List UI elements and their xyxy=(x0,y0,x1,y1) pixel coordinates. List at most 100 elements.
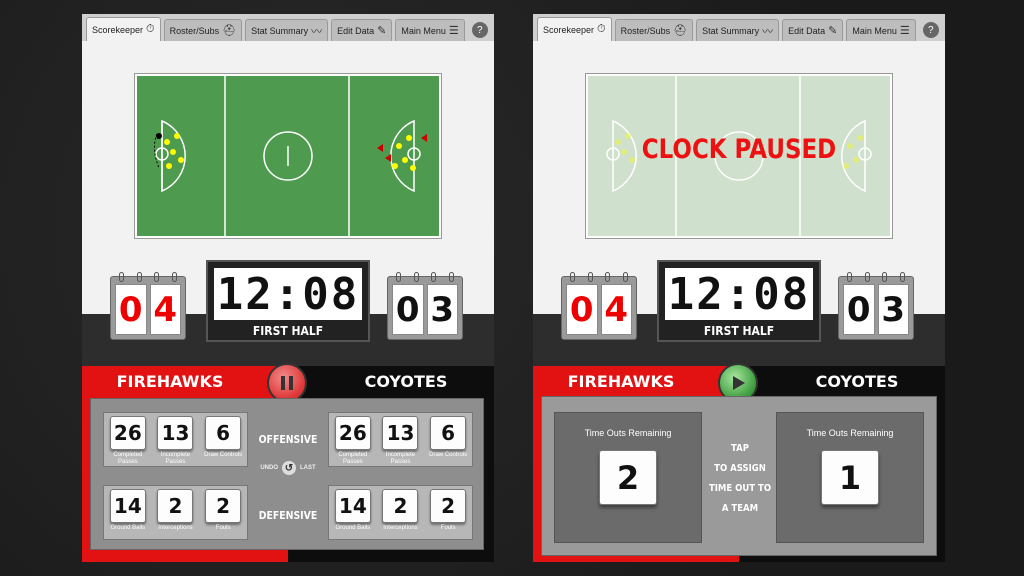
tab-roster-subs[interactable]: Roster/Subs ⛑ xyxy=(614,19,694,41)
clock-time: 12:08 xyxy=(665,268,813,320)
stat-label: Fouls xyxy=(215,525,231,531)
home-score-digit: 0 xyxy=(566,284,598,335)
tab-label: Main Menu xyxy=(401,25,446,36)
stat-fouls[interactable]: 2 Fouls xyxy=(200,489,246,532)
tab-scorekeeper[interactable]: Scorekeeper ⏱ xyxy=(86,17,161,41)
stat-ground-balls[interactable]: 14 Ground Balls xyxy=(330,489,376,532)
stat-value: 14 xyxy=(334,489,371,523)
game-clock[interactable]: 12:08 FIRST HALF xyxy=(206,260,370,342)
list-icon: ☰ xyxy=(899,25,910,37)
stat-label: Draw Controls xyxy=(204,452,243,458)
tab-bar: Scorekeeper ⏱ Roster/Subs ⛑ Stat Summary 〰 … xyxy=(533,14,945,41)
clock-time: 12:08 xyxy=(214,268,362,320)
pause-button[interactable] xyxy=(267,363,307,403)
undo-icon: ↺ xyxy=(282,461,296,475)
stat-value: 2 xyxy=(430,489,467,523)
helmet-icon: ⛑ xyxy=(222,25,237,37)
tab-label: Stat Summary xyxy=(702,25,760,36)
stat-value: 14 xyxy=(109,489,146,523)
stopwatch-icon: ⏱ xyxy=(146,23,155,35)
timeouts-panel: Time Outs Remaining 2 TAP TO ASSIGN TIME… xyxy=(541,396,937,556)
stat-value: 2 xyxy=(157,489,194,523)
tab-label: Main Menu xyxy=(852,25,897,36)
tab-edit-data[interactable]: Edit Data ✎ xyxy=(782,19,844,41)
home-timeouts-count: 2 xyxy=(599,450,657,505)
tap-instruction: TAP TO ASSIGN TIME OUT TO A TEAM xyxy=(708,443,772,514)
tab-main-menu[interactable]: Main Menu ☰ xyxy=(395,19,465,41)
away-score-flip[interactable]: 0 3 xyxy=(387,272,463,340)
stat-label: Interceptions xyxy=(158,525,193,531)
home-defensive-stats: 14 Ground Balls 2 Interceptions 2 Fouls xyxy=(103,485,248,540)
edit-icon: ✎ xyxy=(377,25,387,37)
stat-label: Ground Balls xyxy=(335,525,371,531)
stat-label: Incomplete Passes xyxy=(385,452,416,465)
offensive-label: OFFENSIVE xyxy=(258,433,318,446)
helmet-icon: ⛑ xyxy=(673,25,688,37)
list-icon: ☰ xyxy=(448,25,459,37)
stat-interceptions[interactable]: 2 Interceptions xyxy=(152,489,198,532)
stat-value: 2 xyxy=(382,489,419,523)
undo-last-control[interactable]: UNDO ↺ LAST xyxy=(257,461,319,475)
home-score-flip[interactable]: 0 4 xyxy=(561,272,637,340)
timeouts-label: Time Outs Remaining xyxy=(806,428,894,438)
away-defensive-stats: 14 Ground Balls 2 Interceptions 2 Fouls xyxy=(328,485,473,540)
defensive-label: DEFENSIVE xyxy=(258,509,318,522)
home-score-flip[interactable]: 0 4 xyxy=(110,272,186,340)
tab-roster-subs[interactable]: Roster/Subs ⛑ xyxy=(163,19,243,41)
away-offensive-stats: 26 Completed Passes 13 Incomplete Passes 6… xyxy=(328,412,473,467)
stat-completed-passes[interactable]: 26 Completed Passes xyxy=(330,416,376,466)
tab-label: Stat Summary xyxy=(251,25,309,36)
tab-stat-summary[interactable]: Stat Summary 〰 xyxy=(245,19,329,41)
tab-label: Scorekeeper xyxy=(92,24,144,35)
stat-value: 6 xyxy=(430,416,467,450)
stat-interceptions[interactable]: 2 Interceptions xyxy=(377,489,423,532)
away-score-digit: 0 xyxy=(392,284,424,335)
away-timeouts-card[interactable]: Time Outs Remaining 1 xyxy=(776,412,924,543)
help-icon[interactable]: ? xyxy=(922,22,939,38)
stat-label: Completed Passes xyxy=(113,452,143,465)
away-score-digit: 0 xyxy=(843,284,875,335)
last-label: LAST xyxy=(300,465,316,471)
tab-label: Roster/Subs xyxy=(169,25,220,36)
away-score-flip[interactable]: 0 3 xyxy=(838,272,914,340)
chart-icon: 〰 xyxy=(311,25,323,38)
stat-value: 26 xyxy=(334,416,371,450)
help-icon[interactable]: ? xyxy=(471,22,488,38)
edit-icon: ✎ xyxy=(828,25,838,37)
stat-completed-passes[interactable]: 26 Completed Passes xyxy=(105,416,151,466)
tab-main-menu[interactable]: Main Menu ☰ xyxy=(846,19,916,41)
chart-icon: 〰 xyxy=(762,25,774,38)
home-team-name: FIREHAWKS xyxy=(533,366,739,396)
lacrosse-field[interactable]: CLOCK PAUSED xyxy=(586,74,892,238)
stat-value: 13 xyxy=(157,416,194,450)
pause-icon xyxy=(281,376,293,390)
tab-stat-summary[interactable]: Stat Summary 〰 xyxy=(696,19,780,41)
home-score-digit: 4 xyxy=(600,284,632,335)
stat-value: 13 xyxy=(382,416,419,450)
game-clock[interactable]: 12:08 FIRST HALF xyxy=(657,260,821,342)
stat-value: 6 xyxy=(205,416,242,450)
stat-value: 2 xyxy=(205,489,242,523)
stat-incomplete-passes[interactable]: 13 Incomplete Passes xyxy=(152,416,198,466)
lacrosse-field[interactable] xyxy=(135,74,441,238)
play-icon xyxy=(733,376,745,390)
stat-fouls[interactable]: 2 Fouls xyxy=(425,489,471,532)
stat-label: Interceptions xyxy=(383,525,418,531)
stat-incomplete-passes[interactable]: 13 Incomplete Passes xyxy=(377,416,423,466)
stat-ground-balls[interactable]: 14 Ground Balls xyxy=(105,489,151,532)
period-label: FIRST HALF xyxy=(703,324,775,338)
away-team-name: COYOTES xyxy=(288,366,494,396)
away-team-name: COYOTES xyxy=(739,366,945,396)
tab-edit-data[interactable]: Edit Data ✎ xyxy=(331,19,393,41)
home-score-digit: 4 xyxy=(149,284,181,335)
tab-label: Edit Data xyxy=(337,25,375,36)
stat-label: Incomplete Passes xyxy=(160,452,191,465)
stat-draw-controls[interactable]: 6 Draw Controls xyxy=(425,416,471,459)
player-markers-home xyxy=(153,133,184,169)
home-timeouts-card[interactable]: Time Outs Remaining 2 xyxy=(554,412,702,543)
stat-draw-controls[interactable]: 6 Draw Controls xyxy=(200,416,246,459)
away-timeouts-count: 1 xyxy=(821,450,879,505)
field-markings xyxy=(153,76,427,236)
tab-scorekeeper[interactable]: Scorekeeper ⏱ xyxy=(537,17,612,41)
home-score-digit: 0 xyxy=(115,284,147,335)
